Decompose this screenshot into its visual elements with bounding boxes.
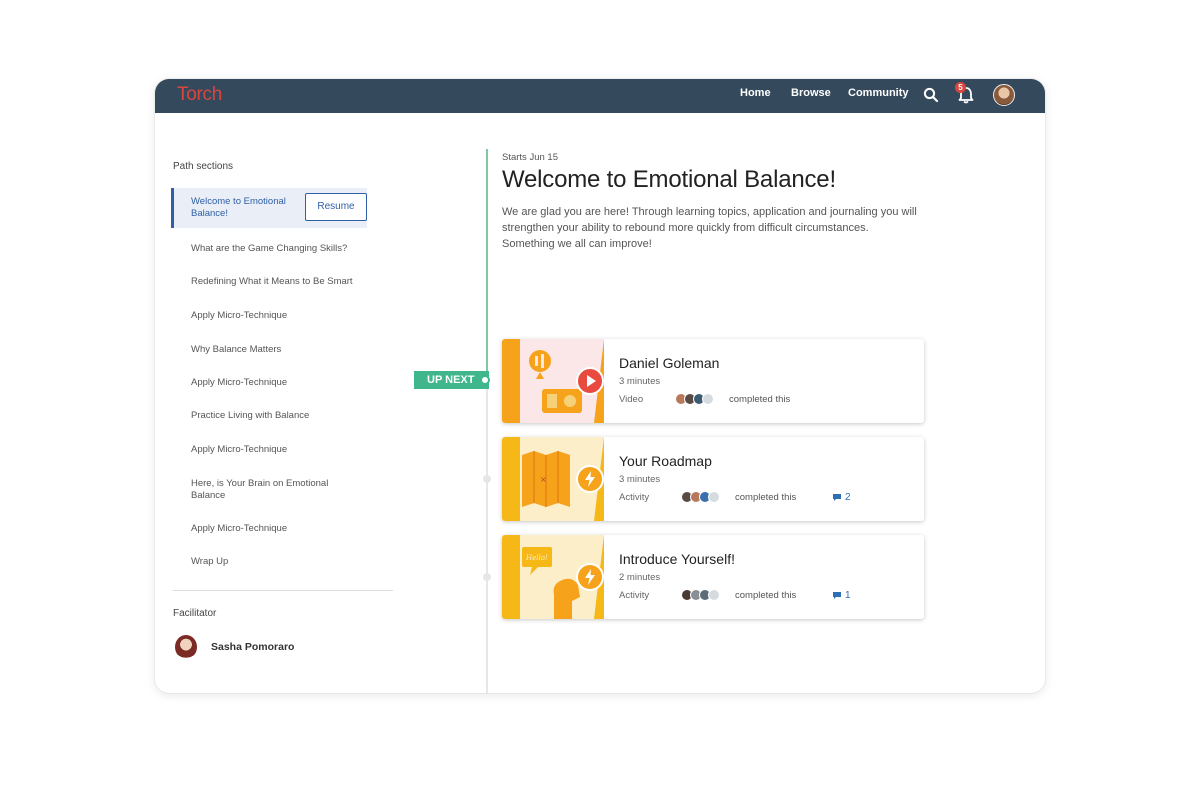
svg-text:×: ×: [540, 475, 547, 484]
page-title: Welcome to Emotional Balance!: [502, 166, 836, 193]
app-window: Torch Home Browse Community 5 Path secti…: [155, 79, 1045, 693]
card-title[interactable]: Introduce Yourself!: [619, 551, 735, 567]
content-card-introduce-yourself[interactable]: Hello! Introduce Yourself! 2 minutes Act…: [502, 535, 924, 619]
sidebar-item-practice-living[interactable]: Practice Living with Balance: [171, 410, 367, 422]
user-avatar[interactable]: [993, 84, 1015, 106]
card-title[interactable]: Daniel Goleman: [619, 355, 719, 371]
torch-logo[interactable]: Torch: [177, 84, 222, 106]
start-date: Starts Jun 15: [502, 152, 558, 163]
avatar: [708, 491, 720, 503]
intro-text: We are glad you are here! Through learni…: [502, 206, 917, 250]
nav-browse[interactable]: Browse: [791, 87, 831, 105]
facilitator-avatar[interactable]: [175, 635, 197, 659]
comments-count[interactable]: 1: [832, 590, 851, 601]
nav-home[interactable]: Home: [740, 87, 771, 105]
sidebar-item-welcome[interactable]: Welcome to Emotional Balance! Resume: [171, 188, 367, 228]
completed-text: completed this: [735, 492, 797, 503]
timeline-progress: [486, 149, 488, 381]
sidebar-divider: [173, 590, 393, 591]
play-icon[interactable]: [576, 367, 604, 395]
completed-avatars: [675, 393, 714, 405]
sidebar-item-label: Welcome to Emotional Balance!: [191, 196, 286, 219]
card-type: Video: [619, 394, 644, 405]
sidebar-item-micro-technique-2[interactable]: Apply Micro-Technique: [171, 377, 367, 389]
nav-community[interactable]: Community: [848, 87, 909, 105]
sidebar-item-redefining-smart[interactable]: Redefining What it Means to Be Smart: [171, 276, 367, 288]
avatar: [708, 589, 720, 601]
sidebar-item-wrap-up[interactable]: Wrap Up: [171, 556, 367, 568]
comments-count[interactable]: 2: [832, 492, 851, 503]
sidebar-item-micro-technique-3[interactable]: Apply Micro-Technique: [171, 444, 367, 456]
top-navigation-bar: Torch Home Browse Community 5: [155, 79, 1045, 113]
sidebar-item-micro-technique-1[interactable]: Apply Micro-Technique: [171, 310, 367, 322]
path-sections-heading: Path sections: [173, 161, 234, 172]
completed-text: completed this: [729, 394, 791, 405]
card-type: Activity: [619, 590, 650, 601]
search-icon[interactable]: [923, 87, 939, 103]
lightning-icon: [576, 465, 604, 493]
comments-number: 2: [845, 492, 851, 503]
sidebar-item-micro-technique-4[interactable]: Apply Micro-Technique: [171, 523, 367, 535]
card-duration: 3 minutes: [619, 376, 661, 387]
card-type: Activity: [619, 492, 650, 503]
timeline-dot: [483, 475, 491, 483]
facilitator-heading: Facilitator: [173, 608, 217, 619]
notification-badge: 5: [955, 82, 966, 93]
completed-avatars: [681, 491, 720, 503]
avatar: [702, 393, 714, 405]
sidebar-item-why-balance-matters[interactable]: Why Balance Matters: [171, 344, 367, 356]
lightning-icon: [576, 563, 604, 591]
card-title[interactable]: Your Roadmap: [619, 453, 712, 469]
svg-text:Hello!: Hello!: [525, 554, 548, 562]
sidebar-item-game-changing-skills[interactable]: What are the Game Changing Skills?: [171, 243, 367, 255]
content-card-daniel-goleman[interactable]: Daniel Goleman 3 minutes Video completed…: [502, 339, 924, 423]
facilitator-name[interactable]: Sasha Pomoraro: [211, 641, 294, 653]
content-card-your-roadmap[interactable]: × Your Roadmap 3 minutes Activity comple…: [502, 437, 924, 521]
comment-icon: [833, 494, 841, 501]
card-duration: 2 minutes: [619, 572, 661, 583]
up-next-label: UP NEXT: [414, 371, 489, 389]
comments-number: 1: [845, 590, 851, 601]
timeline-dot: [483, 573, 491, 581]
up-next-marker: [480, 375, 490, 385]
card-duration: 3 minutes: [619, 474, 661, 485]
completed-text: completed this: [735, 590, 797, 601]
comment-icon: [833, 592, 841, 599]
resume-button[interactable]: Resume: [305, 193, 367, 221]
completed-avatars: [681, 589, 720, 601]
sidebar-item-brain-on-balance[interactable]: Here, is Your Brain on Emotional Balance: [171, 478, 361, 502]
